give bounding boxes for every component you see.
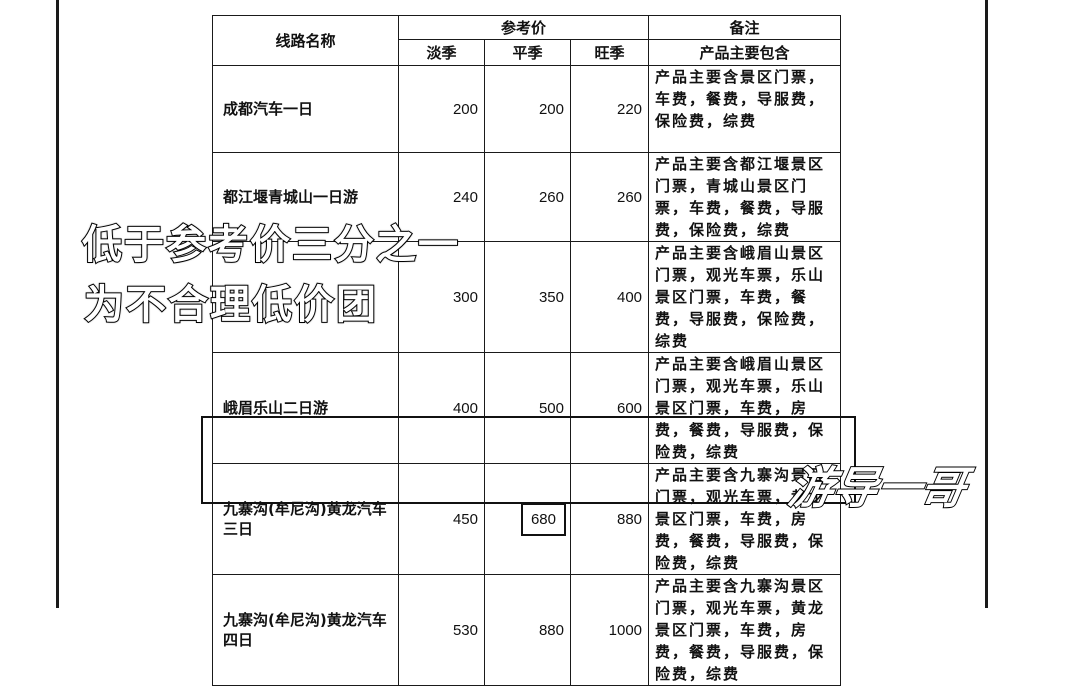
header-reference-price: 参考价 (397, 15, 650, 40)
header-regular-season: 平季 (484, 39, 571, 66)
table-row: 九寨沟(牟尼沟)黄龙汽车四日 530 880 1000 产品主要含九寨沟景区门票… (212, 574, 842, 686)
table-row: 成都汽车一日 200 200 220 产品主要含景区门票，车费，餐费，导服费，保… (212, 65, 842, 153)
low-season-price: 200 (398, 65, 485, 153)
overlay-caption-line1: 低于参考价三分之一 (81, 221, 460, 269)
regular-season-price: 350 (484, 241, 571, 353)
regular-season-price: 200 (484, 65, 571, 153)
regular-season-price: 880 (484, 574, 571, 686)
regular-season-price: 260 (484, 152, 571, 242)
low-season-price: 530 (398, 574, 485, 686)
route-name: 成都汽车一日 (212, 65, 399, 153)
remarks-text: 产品主要含景区门票，车费，餐费，导服费，保险费，综费 (648, 65, 842, 153)
header-low-season: 淡季 (398, 39, 485, 66)
header-remarks-sub: 产品主要包含 (648, 39, 842, 66)
header-remarks: 备注 (648, 15, 842, 40)
watermark-logo: 游导一哥 (784, 462, 971, 515)
peak-season-price: 400 (569, 241, 650, 353)
overlay-caption-line2: 为不合理低价团 (83, 281, 378, 329)
remarks-text: 产品主要含峨眉山景区门票，观光车票，乐山景区门票，车费，餐费，导服费，保险费，综… (648, 241, 842, 353)
page-edge-right (985, 0, 988, 608)
peak-season-price: 260 (569, 152, 650, 242)
route-name: 九寨沟(牟尼沟)黄龙汽车四日 (212, 574, 399, 686)
price-table: 线路名称 参考价 备注 淡季 平季 旺季 产品主要包含 成都汽车一日 200 2… (212, 15, 842, 686)
header-route-name: 线路名称 (212, 15, 399, 66)
peak-season-price: 1000 (569, 574, 650, 686)
peak-season-price: 220 (569, 65, 650, 153)
remarks-text: 产品主要含都江堰景区门票，青城山景区门票，车费，餐费，导服费，保险费，综费 (648, 152, 842, 242)
header-peak-season: 旺季 (569, 39, 650, 66)
row-highlight-box (201, 416, 856, 504)
remarks-text: 产品主要含九寨沟景区门票，观光车票，黄龙景区门票，车费，房费，餐费，导服费，保险… (648, 574, 842, 686)
page-edge-left (56, 0, 59, 608)
regular-season-price-highlight: 680 (520, 502, 566, 536)
